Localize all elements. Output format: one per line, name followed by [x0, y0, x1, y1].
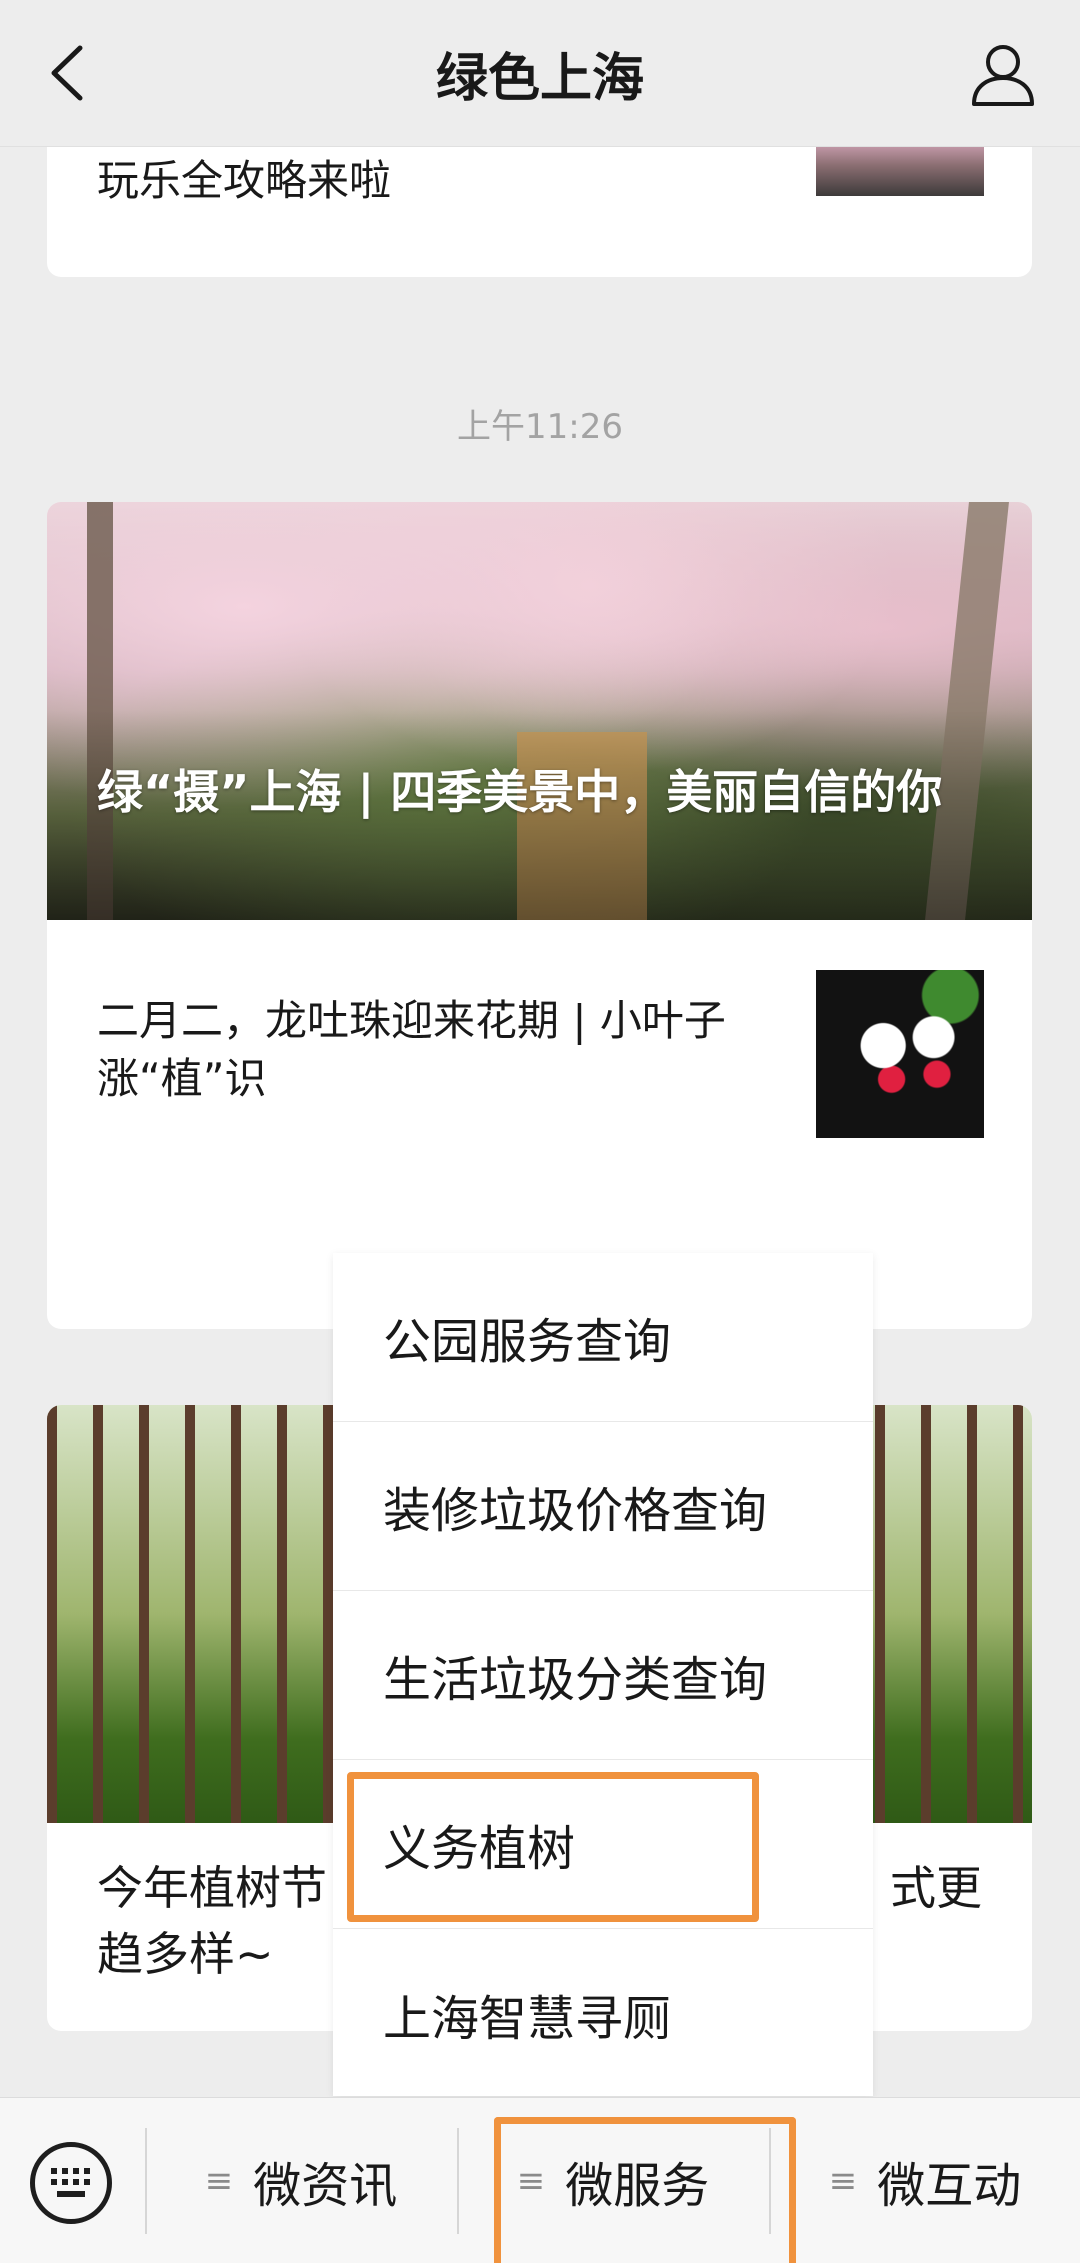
sub-article-thumbnail	[816, 970, 984, 1138]
tab-news[interactable]: ≡ 微资讯	[147, 2098, 455, 2263]
article-title-left: 今年植树节	[97, 1861, 327, 1915]
menu-item-renovation-waste-price[interactable]: 装修垃圾价格查询	[333, 1422, 873, 1591]
article-title-right: 式更	[890, 1861, 982, 1915]
article-headline: 绿“摄”上海 | 四季美景中，美丽自信的你	[97, 765, 943, 819]
message-timestamp: 上午11:26	[457, 407, 623, 447]
highlight-box-menu-item	[347, 1772, 759, 1922]
menu-lines-icon: ≡	[828, 2161, 858, 2201]
sub-article-title[interactable]: 二月二，龙吐珠迎来花期 | 小叶子涨“植”识	[97, 992, 827, 1108]
article-title: 玩乐全攻略来啦	[97, 156, 392, 205]
person-icon	[972, 45, 1034, 106]
keyboard-icon	[51, 2168, 91, 2198]
tab-interaction-label: 微互动	[877, 2158, 1022, 2214]
menu-lines-icon: ≡	[204, 2161, 234, 2201]
article-card-group: 绿“摄”上海 | 四季美景中，美丽自信的你 二月二，龙吐珠迎来花期 | 小叶子涨…	[47, 502, 1032, 1329]
highlight-box-tab	[494, 2117, 796, 2263]
page-title: 绿色上海	[435, 49, 644, 109]
profile-button[interactable]	[968, 40, 1038, 110]
article-cover-image[interactable]: 绿“摄”上海 | 四季美景中，美丽自信的你	[47, 502, 1032, 920]
menu-item-smart-toilet-finder[interactable]: 上海智慧寻厕	[333, 1929, 873, 2098]
menu-item-park-service[interactable]: 公园服务查询	[333, 1253, 873, 1422]
service-popup-menu: 公园服务查询 装修垃圾价格查询 生活垃圾分类查询 义务植树 上海智慧寻厕	[333, 1253, 873, 2096]
menu-item-waste-sorting[interactable]: 生活垃圾分类查询	[333, 1591, 873, 1760]
keyboard-toggle-button[interactable]	[30, 2142, 112, 2224]
top-nav-bar: 绿色上海	[0, 0, 1080, 147]
article-thumbnail	[816, 147, 984, 196]
tab-news-label: 微资讯	[253, 2158, 398, 2214]
tab-interaction[interactable]: ≡ 微互动	[771, 2098, 1079, 2263]
article-card[interactable]: 玩乐全攻略来啦	[47, 147, 1032, 277]
